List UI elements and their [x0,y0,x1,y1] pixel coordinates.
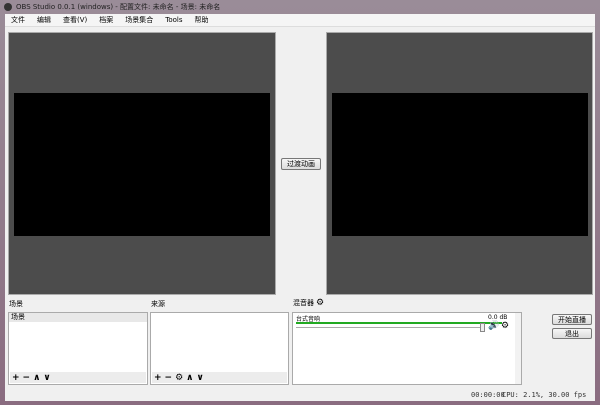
volume-slider-handle[interactable] [480,323,485,332]
gear-icon[interactable]: ⚙ [175,373,183,383]
channel-level: 0.0 dB [488,314,508,321]
scene-item[interactable]: 场景 [9,313,147,322]
mixer-panel: 台式音响 0.0 dB 🔊 ⚙ [292,312,522,385]
obs-logo-icon [4,3,12,11]
volume-meter [296,322,502,324]
add-icon[interactable]: + [154,373,162,383]
title-bar: OBS Studio 0.0.1 (windows) - 配置文件: 未命名 -… [0,0,600,14]
mixer-label: 混音器 [293,299,314,307]
add-icon[interactable]: + [12,373,20,383]
sources-label: 来源 [151,300,165,308]
app-window: OBS Studio 0.0.1 (windows) - 配置文件: 未命名 -… [0,0,600,405]
menu-bar: 文件 编辑 查看(V) 档案 场景集合 Tools 帮助 [5,14,595,27]
volume-slider[interactable] [296,327,482,328]
program-screen [332,93,588,236]
move-down-icon[interactable]: ∨ [43,373,50,383]
scenes-toolbar: + − ∧ ∨ [10,372,146,383]
scenes-label: 场景 [9,300,23,308]
sources-toolbar: + − ⚙ ∧ ∨ [152,372,287,383]
main-area: 文件 编辑 查看(V) 档案 场景集合 Tools 帮助 过渡动画 场景 场景 … [5,14,595,401]
preview-panel [8,32,276,295]
sources-list[interactable]: + − ⚙ ∧ ∨ [150,312,289,385]
program-panel [326,32,593,295]
menu-profile[interactable]: 档案 [93,15,119,25]
gear-icon[interactable]: ⚙ [501,321,509,331]
window-title: OBS Studio 0.0.1 (windows) - 配置文件: 未命名 -… [16,3,221,11]
remove-icon[interactable]: − [165,373,173,383]
menu-tools[interactable]: Tools [159,16,188,24]
mixer-scrollbar[interactable] [515,313,521,384]
menu-file[interactable]: 文件 [5,15,31,25]
transition-button[interactable]: 过渡动画 [281,158,321,170]
speaker-icon[interactable]: 🔊 [488,321,499,331]
gear-icon[interactable]: ⚙ [316,298,324,308]
move-down-icon[interactable]: ∨ [196,373,203,383]
remove-icon[interactable]: − [23,373,31,383]
move-up-icon[interactable]: ∧ [33,373,40,383]
status-time: 00:00:00 [471,391,505,399]
scenes-list[interactable]: 场景 + − ∧ ∨ [8,312,148,385]
menu-view[interactable]: 查看(V) [57,15,93,25]
start-stream-button[interactable]: 开始直播 [552,314,592,325]
mixer-channel: 台式音响 0.0 dB 🔊 ⚙ [293,313,521,341]
preview-screen [14,93,270,236]
move-up-icon[interactable]: ∧ [186,373,193,383]
menu-scene-collection[interactable]: 场景集合 [119,15,159,25]
menu-edit[interactable]: 编辑 [31,15,57,25]
status-cpu: CPU: 2.1%, 30.00 fps [502,391,587,399]
exit-button[interactable]: 退出 [552,328,592,339]
mixer-header: 混音器 ⚙ [293,298,324,308]
menu-help[interactable]: 帮助 [189,15,215,25]
